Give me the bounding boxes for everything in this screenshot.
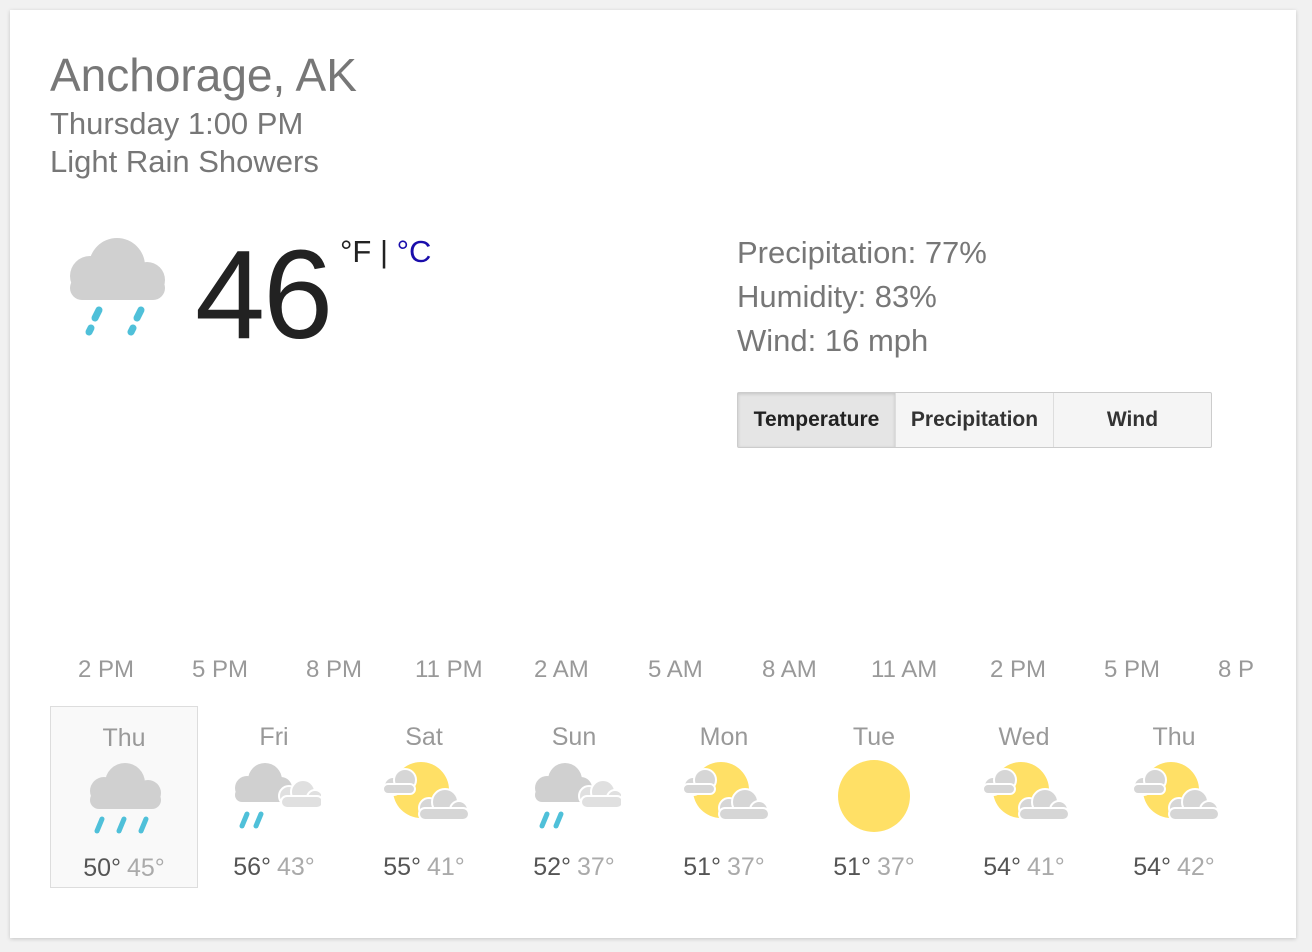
day-temps: 56° 43°: [200, 853, 348, 882]
forecast-day-thu-next[interactable]: Thu 54° 42°: [1100, 706, 1248, 888]
chart-tabs: Temperature Precipitation Wind: [737, 392, 1212, 448]
hourly-axis: 2 PM 5 PM 8 PM 11 PM 2 AM 5 AM 8 AM 11 A…: [10, 656, 1296, 686]
hour-label: 8 P: [1218, 656, 1255, 683]
day-temps: 51° 37°: [800, 853, 948, 882]
high-temp: 54°: [1133, 853, 1171, 881]
hour-label: 5 AM: [648, 656, 703, 683]
tab-precipitation[interactable]: Precipitation: [896, 393, 1054, 447]
hour-label: 5 PM: [1104, 656, 1161, 683]
high-temp: 50°: [83, 854, 121, 882]
hour-label: 2 PM: [78, 656, 135, 683]
low-temp: 43°: [277, 853, 315, 881]
day-name: Wed: [998, 723, 1050, 751]
forecast-day-fri[interactable]: Fri 56° 43°: [200, 706, 348, 888]
rain-clouds-icon: [235, 763, 321, 829]
forecast-day-sat[interactable]: Sat 55° 41°: [350, 706, 498, 888]
current-condition: Light Rain Showers: [50, 144, 319, 179]
day-name: Thu: [1152, 723, 1196, 751]
unit-fahrenheit: °F: [340, 234, 372, 269]
tab-wind[interactable]: Wind: [1054, 393, 1211, 447]
tab-temperature[interactable]: Temperature: [738, 393, 896, 447]
daily-forecast: Thu 50° 45° Fri 56° 43° Sat 55° 41° Sun …: [50, 706, 1250, 890]
low-temp: 42°: [1177, 853, 1215, 881]
day-name: Fri: [259, 723, 289, 751]
day-temps: 52° 37°: [500, 853, 648, 882]
hour-label: 2 AM: [534, 656, 589, 683]
partly-cloudy-icon: [982, 762, 1070, 821]
current-datetime: Thursday 1:00 PM: [50, 106, 304, 141]
day-temps: 54° 42°: [1100, 853, 1248, 882]
high-temp: 56°: [233, 853, 271, 881]
day-temps: 54° 41°: [950, 853, 1098, 882]
high-temp: 55°: [383, 853, 421, 881]
day-temps: 50° 45°: [51, 854, 197, 883]
low-temp: 41°: [1027, 853, 1065, 881]
low-temp: 37°: [877, 853, 915, 881]
hour-label: 5 PM: [192, 656, 249, 683]
unit-separator: |: [379, 234, 389, 269]
low-temp: 41°: [427, 853, 465, 881]
sunny-icon: [838, 760, 910, 832]
precipitation-value: Precipitation: 77%: [737, 235, 987, 270]
partly-cloudy-icon: [382, 762, 470, 821]
hour-label: 11 AM: [871, 656, 938, 683]
day-name: Tue: [852, 723, 896, 751]
forecast-day-mon[interactable]: Mon 51° 37°: [650, 706, 798, 888]
day-name: Sun: [551, 723, 597, 751]
forecast-day-thu[interactable]: Thu 50° 45°: [50, 706, 198, 888]
high-temp: 51°: [683, 853, 721, 881]
high-temp: 52°: [533, 853, 571, 881]
day-name: Thu: [102, 724, 146, 752]
forecast-day-tue[interactable]: Tue 51° 37°: [800, 706, 948, 888]
low-temp: 37°: [577, 853, 615, 881]
wind-value: Wind: 16 mph: [737, 323, 929, 358]
hour-label: 8 PM: [306, 656, 363, 683]
low-temp: 45°: [127, 854, 165, 882]
forecast-day-wed[interactable]: Wed 54° 41°: [950, 706, 1098, 888]
unit-toggle: °F | °C: [340, 236, 431, 267]
high-temp: 54°: [983, 853, 1021, 881]
rain-clouds-icon: [535, 763, 621, 829]
partly-cloudy-icon: [682, 762, 770, 821]
high-temp: 51°: [833, 853, 871, 881]
unit-celsius-link[interactable]: °C: [397, 234, 432, 269]
weather-card: Anchorage, AK Thursday 1:00 PM Light Rai…: [10, 10, 1296, 938]
hour-label: 11 PM: [415, 656, 483, 683]
low-temp: 37°: [727, 853, 765, 881]
humidity-value: Humidity: 83%: [737, 279, 937, 314]
hour-label: 2 PM: [990, 656, 1047, 683]
hour-label: 8 AM: [762, 656, 817, 683]
rain-icon: [90, 763, 161, 834]
current-temperature: 46: [195, 224, 333, 365]
forecast-day-sun[interactable]: Sun 52° 37°: [500, 706, 648, 888]
location-title: Anchorage, AK: [50, 49, 357, 101]
day-name: Mon: [699, 723, 749, 751]
day-name: Sat: [405, 723, 443, 751]
day-temps: 55° 41°: [350, 853, 498, 882]
rain-cloud-icon: [70, 238, 165, 336]
partly-cloudy-icon: [1132, 762, 1220, 821]
weather-details: Precipitation: 77% Humidity: 83% Wind: 1…: [737, 231, 987, 363]
day-temps: 51° 37°: [650, 853, 798, 882]
